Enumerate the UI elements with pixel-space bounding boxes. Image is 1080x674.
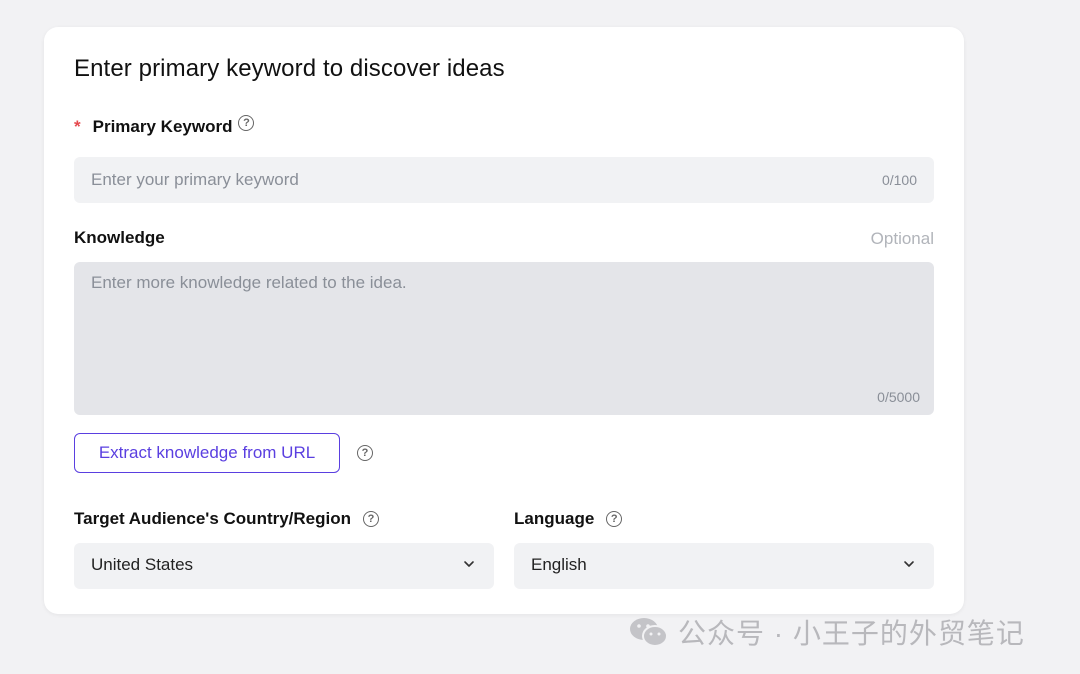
knowledge-counter: 0/5000: [877, 389, 920, 405]
country-label-row: Target Audience's Country/Region ?: [74, 509, 380, 529]
chevron-down-icon: [464, 561, 474, 567]
knowledge-placeholder: Enter more knowledge related to the idea…: [91, 273, 407, 292]
help-icon[interactable]: ?: [363, 511, 380, 527]
primary-keyword-placeholder: Enter your primary keyword: [91, 170, 299, 189]
primary-keyword-input[interactable]: Enter your primary keyword 0/100: [74, 157, 934, 203]
extract-knowledge-button[interactable]: Extract knowledge from URL: [74, 433, 340, 473]
help-icon[interactable]: ?: [238, 115, 255, 131]
form-title: Enter primary keyword to discover ideas: [74, 55, 505, 82]
country-value: United States: [91, 555, 194, 574]
language-label-row: Language ?: [514, 509, 623, 529]
chevron-down-icon: [904, 561, 914, 567]
help-icon[interactable]: ?: [606, 511, 623, 527]
primary-keyword-counter: 0/100: [881, 172, 917, 188]
country-select[interactable]: United States: [74, 543, 494, 589]
optional-text: Optional: [870, 229, 934, 248]
language-value: English: [531, 555, 587, 574]
help-icon[interactable]: ?: [357, 445, 373, 461]
language-select[interactable]: English: [514, 543, 934, 589]
primary-keyword-label: Primary Keyword: [92, 117, 233, 136]
watermark: 公众号 · 小王子的外贸笔记: [628, 612, 1025, 652]
knowledge-label: Knowledge: [74, 228, 165, 247]
language-label: Language: [514, 509, 595, 528]
watermark-text: 公众号 · 小王子的外贸笔记: [678, 618, 1025, 649]
primary-keyword-label-row: * Primary Keyword ?: [74, 115, 255, 137]
wechat-icon: [630, 618, 668, 647]
required-mark: *: [74, 117, 81, 136]
country-label: Target Audience's Country/Region: [74, 509, 352, 528]
knowledge-textarea[interactable]: Enter more knowledge related to the idea…: [74, 262, 934, 415]
idea-form-card: Enter primary keyword to discover ideas …: [44, 27, 964, 614]
